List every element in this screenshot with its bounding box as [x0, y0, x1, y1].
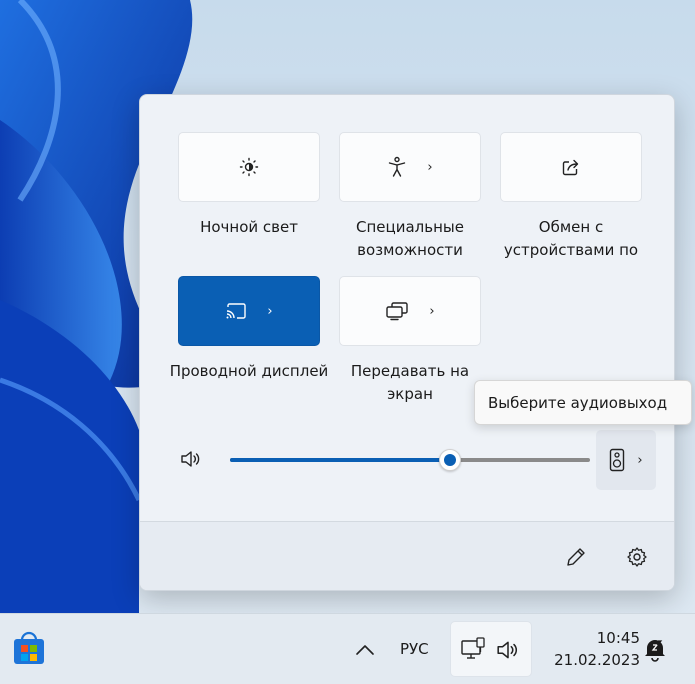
cast-display-icon	[226, 303, 247, 319]
volume-slider-fill	[230, 458, 450, 462]
chevron-right-icon: ›	[429, 303, 435, 319]
volume-slider-thumb[interactable]	[438, 449, 461, 471]
taskbar: РУС 10:45 21.02.2023	[0, 613, 695, 684]
project-screens-icon	[386, 302, 409, 321]
microsoft-store-icon	[14, 631, 44, 664]
network-monitor-icon	[461, 637, 485, 659]
pencil-icon	[567, 548, 585, 566]
quick-settings-footer	[140, 521, 674, 590]
system-tray-network-volume[interactable]	[450, 621, 532, 677]
microsoft-store-button[interactable]	[10, 630, 48, 668]
speaker-device-icon	[610, 448, 625, 472]
chevron-right-icon: ›	[427, 159, 433, 175]
wired-display-label: Проводной дисплей	[169, 362, 329, 380]
tile-accessibility: › Специальные возможности	[330, 132, 490, 262]
tile-nearby-sharing: Обмен с устройствами по	[491, 132, 651, 262]
audio-output-tooltip: Выберите аудиовыход	[474, 380, 692, 425]
night-light-button[interactable]	[178, 132, 320, 202]
gear-icon	[627, 547, 647, 567]
night-light-label: Ночной свет	[200, 218, 298, 236]
nearby-sharing-label: Обмен с устройствами по	[503, 218, 639, 259]
select-audio-output-button[interactable]: ›	[596, 430, 656, 490]
project-label: Передавать на экран	[350, 362, 470, 403]
edit-quick-settings-button[interactable]	[563, 544, 589, 570]
wired-display-button[interactable]: ›	[178, 276, 320, 346]
notification-center-button[interactable]	[642, 636, 668, 662]
accessibility-button[interactable]: ›	[339, 132, 481, 202]
volume-slider[interactable]	[230, 449, 590, 471]
input-language-indicator[interactable]: РУС	[400, 614, 429, 684]
settings-button[interactable]	[624, 544, 650, 570]
chevron-right-icon: ›	[267, 303, 273, 319]
chevron-up-icon	[356, 645, 374, 655]
clock-date: 21.02.2023	[554, 651, 640, 669]
speaker-icon	[497, 641, 518, 659]
share-icon	[562, 159, 579, 176]
show-hidden-icons-button[interactable]	[353, 638, 377, 662]
accessibility-person-icon	[389, 156, 406, 177]
tile-project: › Передавать на экран	[330, 276, 490, 406]
clock[interactable]: 10:45 21.02.2023	[540, 627, 640, 671]
chevron-right-icon: ›	[637, 452, 643, 468]
bell-snooze-icon	[645, 640, 665, 662]
accessibility-label: Специальные возможности	[356, 218, 464, 259]
tile-wired-display: › Проводной дисплей	[169, 276, 329, 383]
clock-time: 10:45	[596, 629, 640, 647]
project-button[interactable]: ›	[339, 276, 481, 346]
tile-night-light: Ночной свет	[169, 132, 329, 239]
quick-settings-flyout: Ночной свет › Специальные возможности Об…	[139, 94, 675, 591]
volume-row: ›	[140, 425, 674, 490]
speaker-icon[interactable]	[180, 449, 202, 469]
brightness-sun-icon	[239, 157, 259, 177]
nearby-sharing-button[interactable]	[500, 132, 642, 202]
